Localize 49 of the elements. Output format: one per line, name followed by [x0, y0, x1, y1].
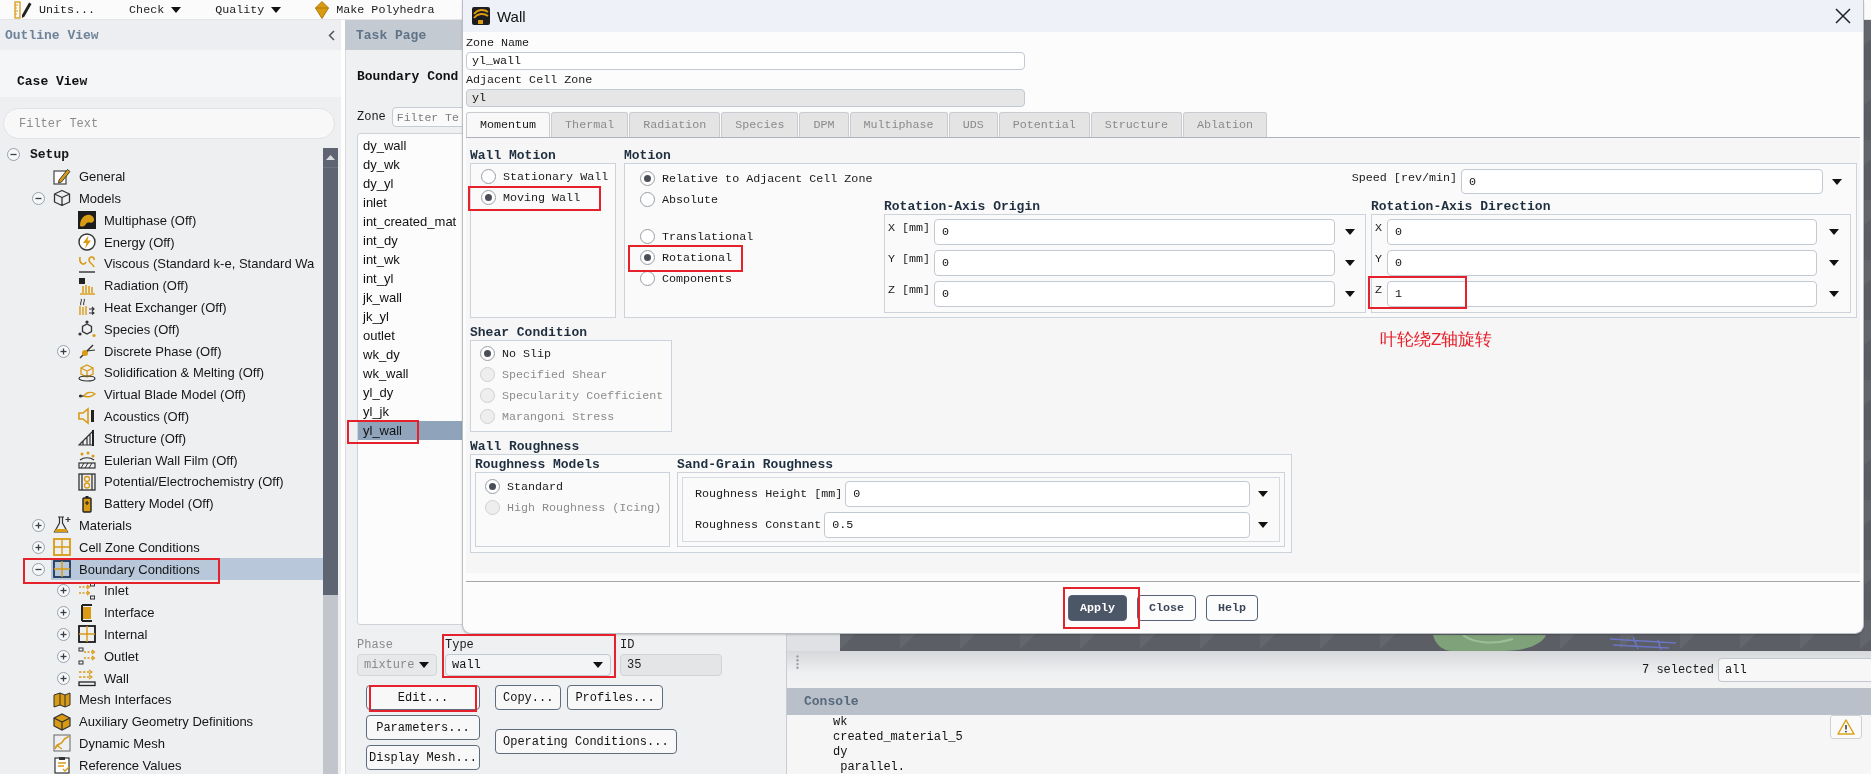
console-header: Console: [787, 688, 1871, 715]
radio-label: Stationary Wall: [503, 169, 609, 184]
group-title: Roughness Models: [475, 458, 600, 472]
radio-label: Relative to Adjacent Cell Zone: [662, 171, 873, 186]
field-label: Z [mm]: [888, 283, 930, 297]
radio-label: High Roughness (Icing): [507, 500, 662, 515]
section-title: Boundary Cond: [357, 69, 459, 85]
field-label: X: [1375, 221, 1383, 235]
field-label: Z: [1375, 283, 1383, 297]
radio-label: No Slip: [502, 346, 552, 361]
group-title: Sand-Grain Roughness: [677, 458, 834, 472]
group-title: Wall Roughness: [470, 440, 580, 454]
group-title: Rotation-Axis Origin: [884, 200, 1041, 214]
radio-label: Specified Shear: [502, 367, 608, 382]
field-label: Y [mm]: [888, 252, 930, 266]
group-title: Wall Motion: [470, 149, 556, 163]
field-label: Adjacent Cell Zone: [466, 73, 593, 88]
section-header: Case View: [0, 50, 341, 97]
field-label: Roughness Height [mm]: [695, 487, 843, 501]
id-field: 35: [620, 654, 722, 676]
console-line: parallel.: [839, 760, 906, 774]
window-title: Wall: [497, 7, 526, 25]
console-line: created_material_5: [833, 730, 964, 745]
field-label: Roughness Constant: [695, 518, 822, 532]
panel-title: Task Page: [356, 27, 427, 43]
group-title: Motion: [624, 149, 671, 163]
field-label: Phase: [357, 638, 394, 652]
group-title: Rotation-Axis Direction: [1371, 200, 1551, 214]
field-label: Zone Name: [466, 36, 530, 51]
field-label: Y: [1375, 252, 1383, 266]
selection-count: 7 selected: [1642, 662, 1714, 677]
radio-label: Absolute: [662, 192, 719, 207]
panel-title: Outline View: [5, 27, 99, 43]
annotation-note: 叶轮绕Z轴旋转: [1380, 330, 1493, 350]
field-label: X [mm]: [888, 221, 930, 235]
radio-label: Rotational: [662, 250, 733, 265]
field-label: ID: [620, 638, 636, 652]
radio-label: Specularity Coefficient: [502, 388, 664, 403]
radio-label: Marangoni Stress: [502, 409, 615, 424]
group-title: Shear Condition: [470, 326, 588, 340]
radio-label: Moving Wall: [503, 190, 581, 205]
field-label: Zone: [357, 110, 386, 124]
field-label: Type: [445, 638, 475, 652]
radio-label: Standard: [507, 479, 564, 494]
console-line: wk: [833, 715, 849, 730]
field-label: Speed [rev/min]: [1351, 171, 1457, 185]
console-line: dy: [833, 745, 849, 760]
radio-label: Translational: [662, 229, 754, 244]
radio-label: Components: [662, 271, 733, 286]
